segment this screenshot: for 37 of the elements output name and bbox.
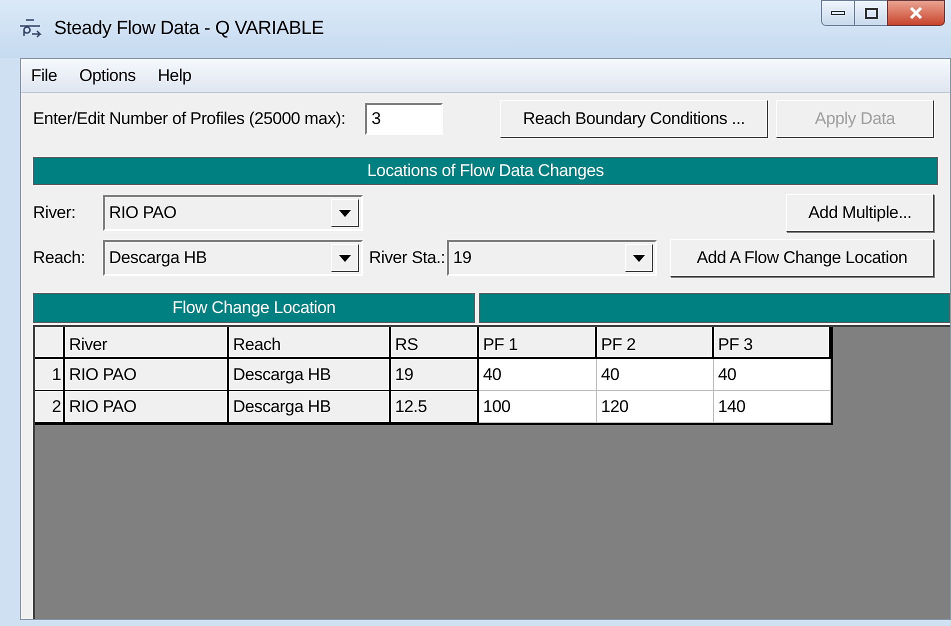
table-cell: Descarga HB <box>229 359 391 391</box>
table-cell[interactable]: 140 <box>714 391 831 423</box>
dropdown-field[interactable]: 19 <box>447 240 658 276</box>
column-header: River <box>65 327 229 359</box>
button[interactable]: Reach Boundary Conditions ... <box>500 100 768 138</box>
menu-item[interactable]: Help <box>158 62 192 88</box>
field-label: River Sta.: <box>369 247 446 270</box>
window-title: Steady Flow Data - Q VARIABLE <box>54 16 324 41</box>
close-button[interactable] <box>887 0 945 26</box>
field-label: River: <box>33 202 77 224</box>
field-label: Reach: <box>33 247 86 270</box>
dropdown-field[interactable]: Descarga HB <box>103 240 363 276</box>
minimize-button[interactable] <box>821 0 855 26</box>
field-label: Enter/Edit Number of Profiles (25000 max): <box>33 108 346 130</box>
table-cell[interactable]: 40 <box>597 359 714 391</box>
row-header: 1 <box>35 359 65 391</box>
dropdown-field[interactable]: RIO PAO <box>103 195 363 231</box>
section-header: Locations of Flow Data Changes <box>33 157 938 185</box>
button[interactable]: Add A Flow Change Location <box>670 239 934 277</box>
close-icon <box>909 7 923 19</box>
profiles-input[interactable]: 3 <box>365 103 444 135</box>
table-cell: RIO PAO <box>65 391 229 423</box>
table-cell[interactable]: 120 <box>597 391 714 423</box>
button[interactable]: Add Multiple... <box>786 194 934 232</box>
table-cell[interactable]: 40 <box>479 359 597 391</box>
table-cell[interactable]: 100 <box>479 391 597 423</box>
column-header: RS <box>391 327 479 359</box>
table-cell: RIO PAO <box>65 359 229 391</box>
table-cell[interactable]: 40 <box>714 359 831 391</box>
table-cell: Descarga HB <box>229 391 391 423</box>
app-icon <box>18 18 42 40</box>
column-header: Reach <box>229 327 391 359</box>
menu-item[interactable]: Options <box>79 62 136 88</box>
table-group-header: Flow Change Location <box>33 293 475 323</box>
row-header: 2 <box>35 391 65 423</box>
maximize-button[interactable] <box>855 0 887 26</box>
menu-item[interactable]: File <box>31 62 58 88</box>
